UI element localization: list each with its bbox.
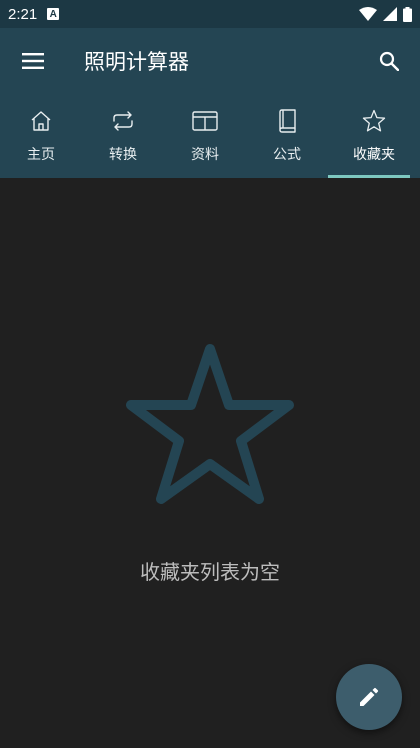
tab-favorites[interactable]: 收藏夹 xyxy=(328,94,420,178)
search-button[interactable] xyxy=(358,28,420,94)
panel-icon xyxy=(192,111,218,131)
signal-icon xyxy=(383,7,397,21)
tab-label: 主页 xyxy=(27,147,55,163)
home-icon xyxy=(31,111,51,131)
app-title: 照明计算器 xyxy=(84,50,189,74)
menu-button[interactable] xyxy=(0,28,66,94)
battery-icon xyxy=(403,6,412,22)
wifi-icon xyxy=(359,7,377,21)
status-time: 2:21 xyxy=(8,5,38,23)
empty-state: 收藏夹列表为空 xyxy=(0,178,420,748)
star-outline-icon xyxy=(126,344,294,504)
status-bar: 2:21 A xyxy=(0,0,420,28)
tab-label: 公式 xyxy=(273,147,301,163)
tab-home[interactable]: 主页 xyxy=(0,94,82,178)
repeat-icon xyxy=(113,111,133,131)
status-icons xyxy=(359,6,412,22)
tab-bar: 主页 转换 资料 公式 收藏夹 xyxy=(0,94,420,178)
empty-message: 收藏夹列表为空 xyxy=(140,560,280,584)
tab-label: 转换 xyxy=(109,147,137,163)
search-icon xyxy=(379,51,399,71)
tab-data[interactable]: 资料 xyxy=(164,94,246,178)
tab-convert[interactable]: 转换 xyxy=(82,94,164,178)
tab-formula[interactable]: 公式 xyxy=(246,94,328,178)
app-bar: 照明计算器 xyxy=(0,28,420,94)
edit-fab-button[interactable] xyxy=(336,664,402,730)
star-icon xyxy=(362,109,386,132)
tab-label: 收藏夹 xyxy=(353,147,395,163)
tab-label: 资料 xyxy=(191,147,219,163)
accessibility-badge-icon: A xyxy=(47,8,60,20)
book-icon xyxy=(279,109,296,133)
pencil-icon xyxy=(360,687,379,706)
menu-icon xyxy=(22,53,44,69)
